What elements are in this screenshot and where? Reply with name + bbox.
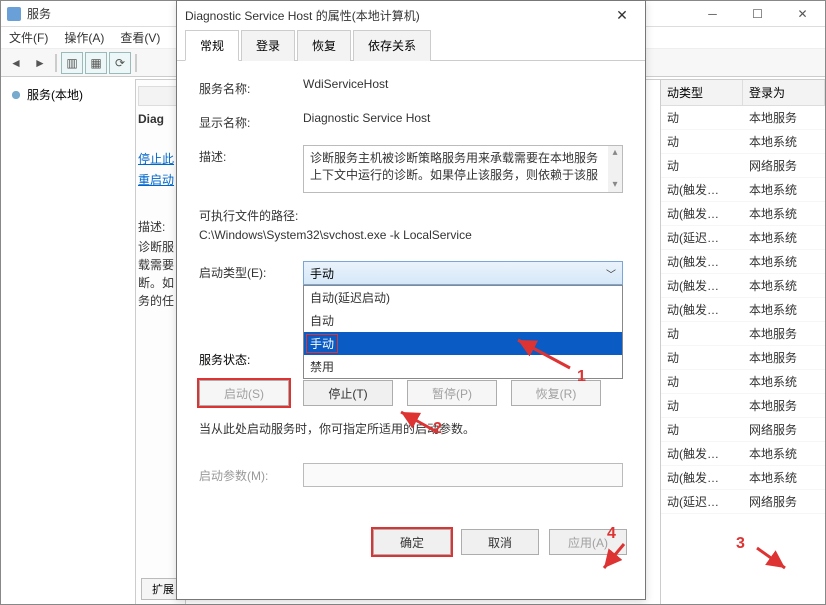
startup-type-select[interactable]: 手动 ﹀ 自动(延迟启动) 自动 手动 禁用 <box>303 261 623 285</box>
maximize-button[interactable]: ☐ <box>735 1 780 27</box>
startup-selected: 手动 <box>310 265 334 282</box>
opt-manual[interactable]: 手动 <box>304 332 622 355</box>
menu-view[interactable]: 查看(V) <box>116 29 164 46</box>
tree-pane: 服务(本地) <box>1 79 136 604</box>
opt-auto[interactable]: 自动 <box>304 309 622 332</box>
services-list: 动类型 登录为 动本地服务动本地系统动网络服务动(触发…本地系统动(触发…本地系… <box>660 80 825 604</box>
table-row[interactable]: 动(触发…本地系统 <box>661 274 825 298</box>
table-row[interactable]: 动(触发…本地系统 <box>661 442 825 466</box>
table-row[interactable]: 动网络服务 <box>661 418 825 442</box>
minimize-button[interactable]: ─ <box>690 1 735 27</box>
disp-name-value: Diagnostic Service Host <box>303 111 623 125</box>
param-input <box>303 463 623 487</box>
table-row[interactable]: 动本地服务 <box>661 322 825 346</box>
table-row[interactable]: 动本地系统 <box>661 370 825 394</box>
tab-recovery[interactable]: 恢复 <box>297 30 351 61</box>
tab-logon[interactable]: 登录 <box>241 30 295 61</box>
scrollbar[interactable]: ▴▾ <box>608 146 622 192</box>
hint-text: 当从此处启动服务时，你可指定所适用的启动参数。 <box>199 420 623 437</box>
chevron-down-icon: ﹀ <box>606 266 616 281</box>
apply-button[interactable]: 应用(A) <box>549 529 627 555</box>
refresh-button[interactable]: ⟳ <box>109 52 131 74</box>
table-row[interactable]: 动本地服务 <box>661 394 825 418</box>
table-row[interactable]: 动(延迟…本地系统 <box>661 226 825 250</box>
param-label: 启动参数(M): <box>199 467 303 484</box>
tab-general[interactable]: 常规 <box>185 30 239 61</box>
stop-button[interactable]: 停止(T) <box>303 380 393 406</box>
tab-deps[interactable]: 依存关系 <box>353 30 431 61</box>
table-row[interactable]: 动(延迟…网络服务 <box>661 490 825 514</box>
properties-dialog: Diagnostic Service Host 的属性(本地计算机) ✕ 常规 … <box>176 0 646 600</box>
opt-auto-delayed[interactable]: 自动(延迟启动) <box>304 286 622 309</box>
status-label: 服务状态: <box>199 351 303 368</box>
desc-text: 诊断服务主机被诊断策略服务用来承载需要在本地服务上下文中运行的诊断。如果停止该服… <box>310 151 598 182</box>
pause-button[interactable]: 暂停(P) <box>407 380 497 406</box>
toolbar-btn-2[interactable]: ▦ <box>85 52 107 74</box>
menu-file[interactable]: 文件(F) <box>5 29 52 46</box>
svc-name-value: WdiServiceHost <box>303 77 623 91</box>
disp-name-label: 显示名称: <box>199 111 303 131</box>
opt-disabled[interactable]: 禁用 <box>304 355 622 378</box>
desc-textbox[interactable]: 诊断服务主机被诊断策略服务用来承载需要在本地服务上下文中运行的诊断。如果停止该服… <box>303 145 623 193</box>
table-row[interactable]: 动本地服务 <box>661 346 825 370</box>
list-header: 动类型 登录为 <box>661 80 825 106</box>
table-row[interactable]: 动网络服务 <box>661 154 825 178</box>
col-logon[interactable]: 登录为 <box>743 80 825 105</box>
tree-item-label: 服务(本地) <box>27 86 83 103</box>
gear-icon <box>9 88 23 102</box>
dlg-titlebar: Diagnostic Service Host 的属性(本地计算机) ✕ <box>177 1 645 29</box>
table-row[interactable]: 动(触发…本地系统 <box>661 298 825 322</box>
ok-button[interactable]: 确定 <box>373 529 451 555</box>
table-row[interactable]: 动(触发…本地系统 <box>661 178 825 202</box>
exe-path-label: 可执行文件的路径: <box>199 207 623 226</box>
separator <box>55 54 57 72</box>
start-button[interactable]: 启动(S) <box>199 380 289 406</box>
dlg-close-button[interactable]: ✕ <box>607 7 637 24</box>
svc-name-label: 服务名称: <box>199 77 303 97</box>
startup-dropdown: 自动(延迟启动) 自动 手动 禁用 <box>303 285 623 379</box>
table-row[interactable]: 动本地服务 <box>661 106 825 130</box>
dlg-title: Diagnostic Service Host 的属性(本地计算机) <box>185 7 607 24</box>
close-button[interactable]: ✕ <box>780 1 825 27</box>
window-controls: ─ ☐ ✕ <box>690 1 825 27</box>
resume-button[interactable]: 恢复(R) <box>511 380 601 406</box>
tree-item-services[interactable]: 服务(本地) <box>5 83 131 106</box>
cancel-button[interactable]: 取消 <box>461 529 539 555</box>
desc-label: 描述: <box>199 145 303 165</box>
dlg-tabs: 常规 登录 恢复 依存关系 <box>177 29 645 61</box>
table-row[interactable]: 动(触发…本地系统 <box>661 202 825 226</box>
services-icon <box>7 7 21 21</box>
table-row[interactable]: 动本地系统 <box>661 130 825 154</box>
sep2 <box>135 54 137 72</box>
forward-button[interactable]: ► <box>29 52 51 74</box>
exe-path-value: C:\Windows\System32\svchost.exe -k Local… <box>199 226 623 245</box>
table-row[interactable]: 动(触发…本地系统 <box>661 250 825 274</box>
col-startup[interactable]: 动类型 <box>661 80 743 105</box>
menu-action[interactable]: 操作(A) <box>60 29 108 46</box>
toolbar-btn-1[interactable]: ▥ <box>61 52 83 74</box>
table-row[interactable]: 动(触发…本地系统 <box>661 466 825 490</box>
startup-type-label: 启动类型(E): <box>199 261 303 281</box>
back-button[interactable]: ◄ <box>5 52 27 74</box>
